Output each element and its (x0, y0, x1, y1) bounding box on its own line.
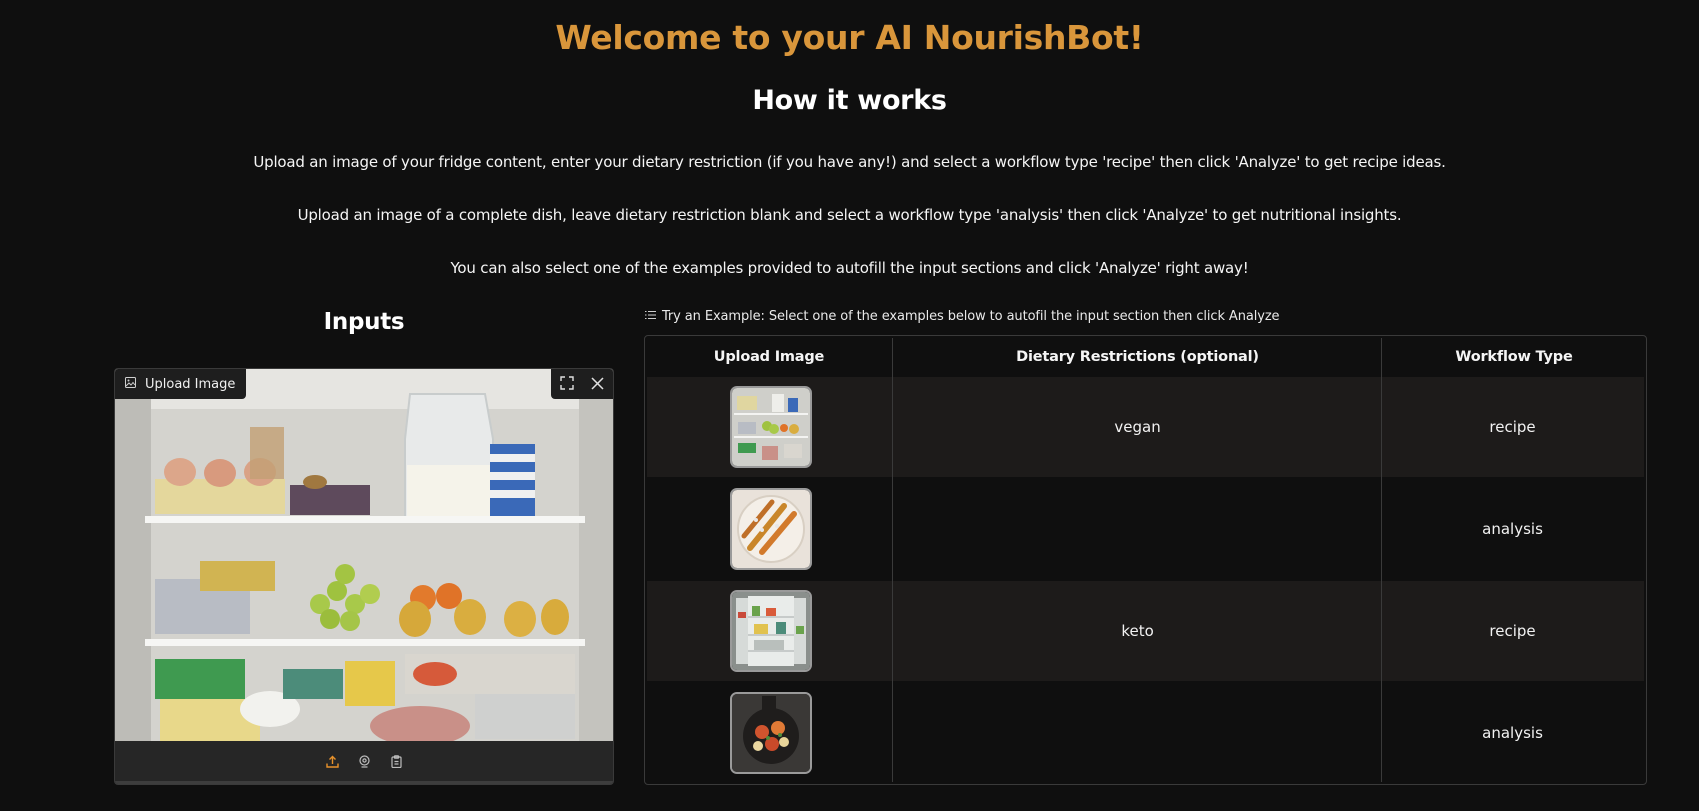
upload-image-label-text: Upload Image (145, 376, 236, 392)
webcam-button[interactable] (355, 753, 373, 771)
fullscreen-icon (559, 375, 574, 394)
uploaded-fridge-image (115, 369, 613, 741)
column-divider (1381, 338, 1382, 782)
how-it-works-heading: How it works (752, 85, 947, 116)
instruction-analysis: Upload an image of a complete dish, leav… (297, 206, 1402, 224)
close-icon (591, 375, 604, 394)
page-title: Welcome to your AI NourishBot! (555, 18, 1144, 57)
example-dietary-cell (894, 683, 1381, 783)
example-row-2[interactable]: analysis (647, 479, 1644, 579)
fullscreen-button[interactable] (551, 369, 582, 399)
example-dietary-cell (894, 479, 1381, 579)
example-workflow-cell: recipe (1489, 622, 1536, 640)
example-image-cell (647, 479, 894, 579)
image-actions (551, 369, 613, 399)
upload-image-label: Upload Image (115, 369, 247, 399)
upload-source-toolbar (115, 741, 613, 783)
example-row-4[interactable]: analysis (647, 683, 1644, 783)
column-header-upload-image: Upload Image (713, 349, 825, 365)
clipboard-icon (390, 753, 403, 772)
column-divider (892, 338, 893, 782)
upload-icon (325, 753, 339, 772)
image-upload-panel[interactable]: Upload Image (114, 368, 614, 785)
examples-table: Upload Image Dietary Restrictions (optio… (644, 335, 1647, 785)
column-header-workflow-type: Workflow Type (1455, 349, 1573, 365)
examples-header-row: Upload Image Dietary Restrictions (optio… (645, 336, 1646, 378)
clear-image-button[interactable] (582, 369, 613, 399)
example-workflow-cell: analysis (1482, 724, 1543, 742)
example-row-1[interactable]: vegan recipe (647, 377, 1644, 477)
example-dietary-cell: vegan (1114, 418, 1161, 436)
upload-file-button[interactable] (323, 753, 341, 771)
example-image-cell (647, 581, 894, 681)
paste-clipboard-button[interactable] (387, 753, 405, 771)
examples-label-text: Try an Example: Select one of the exampl… (662, 309, 1280, 324)
list-icon (645, 309, 656, 324)
webcam-icon (358, 753, 371, 772)
example-workflow-cell: recipe (1489, 418, 1536, 436)
fridge-shelves-thumbnail (729, 386, 812, 468)
instruction-recipe: Upload an image of your fridge content, … (253, 153, 1446, 171)
instruction-examples: You can also select one of the examples … (450, 259, 1249, 277)
examples-label: Try an Example: Select one of the exampl… (645, 309, 1280, 324)
skewers-dish-thumbnail (729, 488, 812, 570)
page: Welcome to your AI NourishBot! How it wo… (0, 0, 1699, 811)
example-dietary-cell: keto (1121, 622, 1154, 640)
column-header-dietary-restrictions: Dietary Restrictions (optional) (1016, 349, 1259, 365)
example-workflow-cell: analysis (1482, 520, 1543, 538)
example-image-cell (647, 377, 894, 477)
image-icon (125, 376, 136, 392)
panel-divider (115, 781, 613, 784)
example-image-cell (647, 683, 894, 783)
example-row-3[interactable]: keto recipe (647, 581, 1644, 681)
skillet-dish-thumbnail (729, 692, 812, 774)
open-fridge-thumbnail (729, 590, 812, 672)
inputs-heading: Inputs (323, 309, 405, 335)
